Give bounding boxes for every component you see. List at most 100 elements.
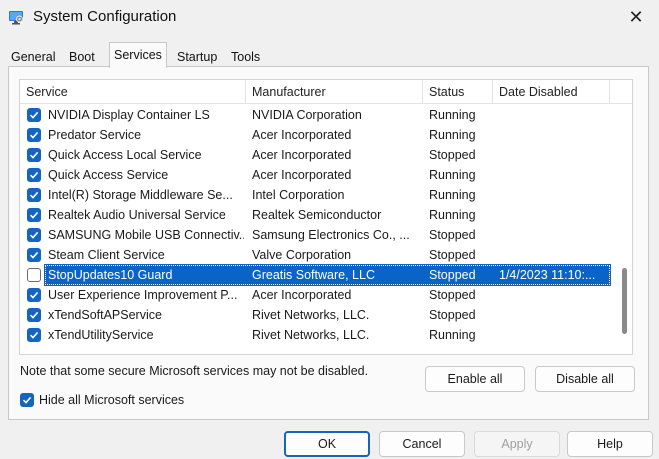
checkmark-icon (29, 291, 39, 299)
cell-date-disabled (499, 125, 611, 145)
cell-date-disabled (499, 145, 611, 165)
table-row[interactable]: xTendSoftAPService Rivet Networks, LLC. St… (20, 305, 616, 325)
row-checkbox-checked[interactable] (27, 168, 41, 182)
row-checkbox-unchecked[interactable] (27, 268, 41, 282)
cell-service: xTendUtilityService (48, 328, 154, 342)
checkmark-icon (22, 396, 32, 404)
checkmark-icon (29, 111, 39, 119)
cell-service: Intel(R) Storage Middleware Se... (48, 188, 233, 202)
row-checkbox-checked[interactable] (27, 248, 41, 262)
cell-service: Realtek Audio Universal Service (48, 208, 226, 222)
column-header-date-disabled[interactable]: Date Disabled (493, 80, 610, 104)
cell-service: Steam Client Service (48, 248, 165, 262)
tab-general[interactable]: General (6, 45, 60, 67)
table-row[interactable]: Intel(R) Storage Middleware Se... Intel C… (20, 185, 616, 205)
secure-services-note: Note that some secure Microsoft services… (20, 364, 369, 378)
cell-manufacturer: Rivet Networks, LLC. (252, 308, 370, 322)
cell-date-disabled (499, 165, 611, 185)
tab-boot[interactable]: Boot (64, 45, 100, 67)
table-row[interactable]: StopUpdates10 Guard Greatis Software, LLC… (20, 264, 616, 286)
table-row[interactable]: Quick Access Service Acer Incorporated Run… (20, 165, 616, 185)
cell-service: NVIDIA Display Container LS (48, 108, 210, 122)
table-row[interactable]: NVIDIA Display Container LS NVIDIA Corpor… (20, 105, 616, 125)
cell-status: Running (429, 208, 476, 222)
cell-manufacturer: Realtek Semiconductor (252, 208, 382, 222)
cell-service: xTendSoftAPService (48, 308, 162, 322)
window-title: System Configuration (33, 8, 177, 25)
checkmark-icon (29, 331, 39, 339)
table-row[interactable]: Steam Client Service Valve Corporation Sto… (20, 245, 616, 265)
cell-date-disabled (499, 285, 611, 305)
checkmark-icon (29, 191, 39, 199)
cell-status: Stopped (429, 228, 476, 242)
tab-services[interactable]: Services (109, 42, 167, 68)
cell-status: Stopped (429, 288, 476, 302)
column-header-service[interactable]: Service (20, 80, 246, 104)
table-row[interactable]: Predator Service Acer Incorporated Running (20, 125, 616, 145)
row-checkbox-checked[interactable] (27, 228, 41, 242)
tab-startup[interactable]: Startup (172, 45, 222, 67)
table-row[interactable]: Quick Access Local Service Acer Incorpora… (20, 145, 616, 165)
row-checkbox-checked[interactable] (27, 328, 41, 342)
cell-status: Running (429, 168, 476, 182)
cell-manufacturer: Rivet Networks, LLC. (252, 328, 370, 342)
list-header: Service Manufacturer Status Date Disable… (20, 80, 632, 104)
cell-status: Running (429, 128, 476, 142)
checkmark-icon (29, 151, 39, 159)
cell-manufacturer: Acer Incorporated (252, 148, 352, 162)
cell-date-disabled: 1/4/2023 11:10:... (499, 268, 596, 282)
cell-manufacturer: Samsung Electronics Co., ... (252, 228, 410, 242)
apply-button[interactable]: Apply (474, 431, 560, 457)
services-list[interactable]: Service Manufacturer Status Date Disable… (19, 79, 633, 355)
row-checkbox-checked[interactable] (27, 108, 41, 122)
row-checkbox-checked[interactable] (27, 148, 41, 162)
close-button[interactable]: ✕ (613, 0, 659, 34)
cell-status: Stopped (429, 308, 476, 322)
cell-date-disabled (499, 245, 611, 265)
row-checkbox-checked[interactable] (27, 188, 41, 202)
cell-status: Running (429, 108, 476, 122)
cell-date-disabled (499, 325, 611, 345)
cell-date-disabled (499, 205, 611, 225)
enable-all-button[interactable]: Enable all (425, 366, 525, 392)
cell-service: Quick Access Service (48, 168, 169, 182)
cell-status: Running (429, 188, 476, 202)
cell-service: SAMSUNG Mobile USB Connectiv... (48, 228, 244, 242)
cell-service: StopUpdates10 Guard (48, 268, 173, 282)
checkmark-icon (29, 171, 39, 179)
disable-all-button[interactable]: Disable all (535, 366, 635, 392)
table-row[interactable]: Realtek Audio Universal Service Realtek S… (20, 205, 616, 225)
help-button[interactable]: Help (567, 431, 653, 457)
row-checkbox-checked[interactable] (27, 208, 41, 222)
table-row[interactable]: SAMSUNG Mobile USB Connectiv... Samsung E… (20, 225, 616, 245)
checkbox-checked-icon[interactable] (20, 393, 34, 407)
row-checkbox-checked[interactable] (27, 288, 41, 302)
vertical-scrollbar[interactable] (617, 104, 632, 354)
cell-date-disabled (499, 185, 611, 205)
column-header-status[interactable]: Status (423, 80, 493, 104)
cell-manufacturer: NVIDIA Corporation (252, 108, 362, 122)
scroll-thumb[interactable] (622, 268, 627, 334)
cell-service: User Experience Improvement P... (48, 288, 238, 302)
checkmark-icon (29, 211, 39, 219)
system-configuration-icon (9, 11, 23, 25)
cell-date-disabled (499, 225, 611, 245)
table-row[interactable]: xTendUtilityService Rivet Networks, LLC. R… (20, 325, 616, 345)
row-checkbox-checked[interactable] (27, 128, 41, 142)
column-header-manufacturer[interactable]: Manufacturer (246, 80, 423, 104)
cell-manufacturer: Acer Incorporated (252, 128, 352, 142)
ok-button[interactable]: OK (284, 431, 370, 457)
cell-service: Quick Access Local Service (48, 148, 202, 162)
checkmark-icon (29, 131, 39, 139)
row-checkbox-checked[interactable] (27, 308, 41, 322)
cancel-button[interactable]: Cancel (379, 431, 465, 457)
tab-tools[interactable]: Tools (226, 45, 265, 67)
cell-manufacturer: Acer Incorporated (252, 168, 352, 182)
checkmark-icon (29, 311, 39, 319)
checkmark-icon (29, 251, 39, 259)
cell-manufacturer: Greatis Software, LLC (252, 268, 375, 282)
cell-status: Running (429, 328, 476, 342)
checkmark-icon (29, 231, 39, 239)
hide-microsoft-services-checkbox[interactable]: Hide all Microsoft services (20, 392, 184, 408)
table-row[interactable]: User Experience Improvement P... Acer Inc… (20, 285, 616, 305)
